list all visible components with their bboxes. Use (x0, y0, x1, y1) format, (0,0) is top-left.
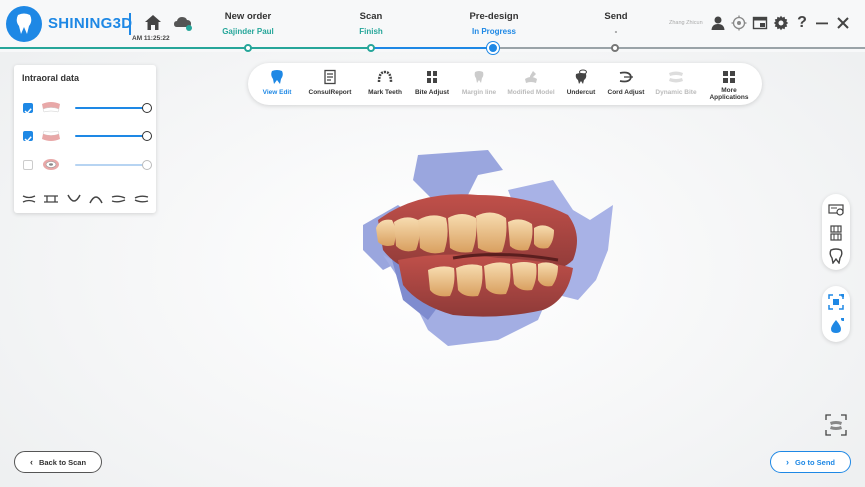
report-icon (324, 69, 336, 85)
layer-row-upper (21, 100, 152, 116)
step-dot-current (489, 44, 497, 52)
tool-modified-model[interactable]: Modified Model (504, 69, 558, 96)
cloud-sync-icon[interactable] (173, 14, 193, 32)
step-send[interactable]: Send - (561, 11, 671, 36)
minimize-icon[interactable] (814, 15, 830, 31)
go-to-send-button[interactable]: › Go to Send (770, 451, 851, 473)
modify-model-icon (525, 71, 537, 83)
layer-checkbox[interactable] (23, 103, 33, 115)
gear-icon[interactable] (773, 15, 789, 31)
tool-cord-adjust[interactable]: Cord Adjust (599, 69, 653, 96)
brand-name: SHINING3D (48, 15, 133, 32)
step-dot (367, 44, 375, 52)
go-to-send-label: Go to Send (795, 457, 835, 467)
right-tool-panel-tools (822, 286, 850, 342)
step-status: Gajinder Paul (222, 27, 274, 36)
layer-row-lower (21, 128, 152, 144)
view-front-icon (22, 195, 36, 203)
top-bar: SHINING3D AM 11:25:22 New order Gajinder… (0, 0, 865, 52)
tool-consul-report[interactable]: ConsulReport (303, 69, 357, 96)
apps-grid-icon (723, 71, 735, 83)
step-pre-design[interactable]: Pre-design In Progress (439, 11, 549, 36)
tool-bar: View Edit ConsulReport Mark Teeth Bite A… (248, 63, 762, 105)
divider (129, 13, 131, 35)
progress-current (371, 47, 494, 49)
help-icon[interactable]: ? (794, 15, 810, 31)
tool-dynamic-bite[interactable]: Dynamic Bite (649, 69, 703, 96)
bite-icon (41, 158, 61, 171)
chevron-right-icon: › (786, 457, 789, 467)
tool-margin-line[interactable]: Margin line (452, 69, 506, 96)
progress-remaining (494, 47, 865, 49)
step-status: Finish (359, 27, 383, 36)
intraoral-data-panel: Intraoral data (14, 65, 156, 213)
gauge-icon[interactable] (828, 202, 844, 218)
clock-time: AM 11:25:22 (132, 35, 170, 42)
intraoral-3d-model[interactable] (358, 150, 616, 346)
undercut-icon (575, 69, 587, 84)
back-to-scan-label: Back to Scan (38, 457, 87, 467)
home-icon[interactable] (144, 14, 162, 32)
view-upper-arch-icon (89, 196, 103, 204)
opacity-slider-knob[interactable] (142, 160, 152, 170)
user-name: Zhang Zhicun (669, 20, 703, 26)
tooth-outline-icon[interactable] (828, 248, 844, 265)
tool-more-applications[interactable]: More Applications (702, 69, 756, 101)
chevron-left-icon: ‹ (29, 457, 33, 467)
panel-title: Intraoral data (22, 73, 80, 83)
lower-jaw-icon (41, 129, 61, 142)
layer-row-bite (21, 157, 152, 173)
step-title: New order (224, 11, 272, 22)
back-to-scan-button[interactable]: ‹ Back to Scan (14, 451, 102, 473)
cord-adjust-icon (619, 71, 633, 83)
opacity-slider-knob[interactable] (142, 103, 152, 113)
opacity-slider-knob[interactable] (142, 131, 152, 141)
window-icon[interactable] (752, 15, 768, 31)
logo-icon (6, 6, 42, 42)
target-icon[interactable] (731, 15, 747, 31)
bite-view-icon[interactable] (828, 225, 844, 241)
right-tool-panel-view (822, 194, 850, 270)
margin-line-icon (474, 71, 484, 83)
view-right-icon (134, 195, 149, 203)
tool-bite-adjust[interactable]: Bite Adjust (405, 69, 459, 96)
opacity-slider-track[interactable] (75, 135, 147, 137)
model-view-icon[interactable] (825, 414, 847, 436)
view-lower-arch-icon (67, 194, 81, 202)
step-dot (611, 44, 619, 52)
layer-checkbox[interactable] (23, 160, 33, 170)
opacity-slider-track[interactable] (75, 107, 147, 109)
upper-jaw-icon (41, 101, 61, 114)
layer-checkbox[interactable] (23, 131, 33, 143)
step-scan[interactable]: Scan Finish (316, 11, 426, 36)
step-title: Pre-design (469, 11, 519, 22)
tool-mark-teeth[interactable]: Mark Teeth (358, 69, 412, 96)
water-drop-icon[interactable] (828, 317, 845, 334)
step-status: - (614, 27, 618, 36)
focus-select-icon[interactable] (828, 293, 845, 310)
step-dot (244, 44, 252, 52)
arch-icon (377, 70, 393, 83)
view-left-icon (111, 195, 126, 203)
step-new-order[interactable]: New order Gajinder Paul (193, 11, 303, 36)
step-status: In Progress (471, 27, 516, 36)
user-icon[interactable] (710, 15, 726, 31)
close-icon[interactable] (835, 15, 851, 31)
bite-adjust-icon (427, 71, 437, 83)
step-title: Scan (359, 11, 383, 22)
view-direction-bar (22, 192, 150, 204)
opacity-slider-track[interactable] (75, 164, 147, 166)
tooth-icon (271, 70, 283, 84)
tool-view-edit[interactable]: View Edit (250, 69, 304, 96)
view-side-icon (44, 195, 58, 203)
step-title: Send (604, 11, 628, 22)
dynamic-bite-icon (669, 71, 683, 83)
